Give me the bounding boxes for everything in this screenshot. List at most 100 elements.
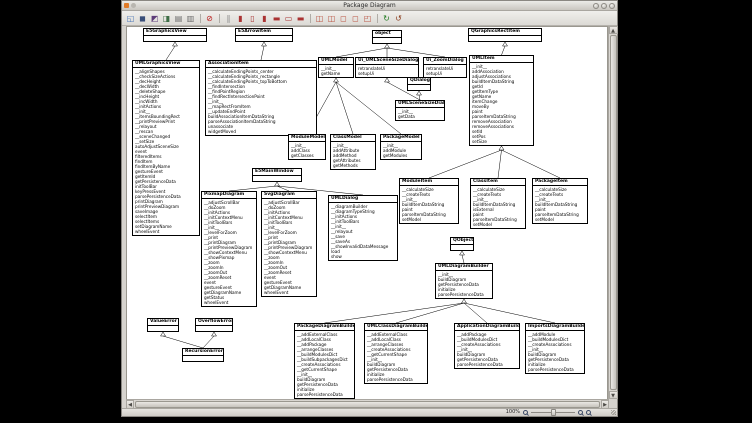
class-box-ApplicationDiagramBuilder[interactable]: ApplicationDiagramBuilder__addPackage__b… <box>454 323 520 369</box>
inheritance-arrow <box>161 332 166 336</box>
space-horizontally-icon[interactable]: ◫ <box>314 13 325 24</box>
class-box-OverflowError[interactable]: OverflowError <box>195 318 233 332</box>
class-box-QObject[interactable]: QObject <box>450 237 474 251</box>
align-vcenter-icon[interactable]: ▭ <box>283 13 294 24</box>
same-size-icon[interactable]: ◰ <box>362 13 373 24</box>
app-window: Package Diagram ◱◼◩◨▤▥⊘∥▮▯▮▬▭▬◫◫◻◻◰↻↺ E5… <box>121 0 618 417</box>
inheritance-arrow <box>334 78 339 82</box>
inheritance-edge <box>464 303 555 323</box>
diagram-canvas[interactable]: E5GraphicsView E5ArrowItem object QGraphics… <box>127 27 610 408</box>
class-box-PackageDiagramBuilder[interactable]: PackageDiagramBuilder__addExternalClass_… <box>294 323 355 399</box>
class-name: ImportsDiagramBuilder <box>526 324 584 331</box>
same-width-icon[interactable]: ◻ <box>338 13 349 24</box>
redo-icon[interactable]: ↻ <box>381 13 392 24</box>
class-members <box>183 356 223 361</box>
inheritance-edge <box>502 46 506 55</box>
class-name: UMLGraphicsView <box>133 61 199 68</box>
undo-icon[interactable]: ↺ <box>393 13 404 24</box>
zoom-out-icon[interactable] <box>523 410 528 415</box>
zoom-slider-handle[interactable] <box>551 409 556 416</box>
inheritance-edge <box>336 48 387 57</box>
class-box-UMLDiagramBuilder[interactable]: UMLDiagramBuilder__init__buildDiagramget… <box>435 263 493 299</box>
class-box-AssociationItem[interactable]: AssociationItem__calculateEndingPoints_c… <box>205 60 317 136</box>
title-bar[interactable]: Package Diagram <box>122 1 617 11</box>
class-box-PackageModel[interactable]: PackageModel__init__addModulegetModules <box>380 134 422 160</box>
diagram-canvas-wrap: E5GraphicsView E5ArrowItem object QGraphics… <box>126 26 608 399</box>
align-left-icon[interactable]: ▮ <box>235 13 246 24</box>
class-members: __init__getData <box>396 108 444 120</box>
class-members: __init__addClassgetClasses <box>289 142 325 159</box>
class-box-ModuleModel[interactable]: ModuleModel__init__addClassgetClasses <box>288 134 326 160</box>
inheritance-arrow <box>499 146 504 150</box>
class-box-E5GraphicsView[interactable]: E5GraphicsView <box>143 28 207 42</box>
inheritance-edge <box>166 46 175 60</box>
save-diagram-icon[interactable]: ◼ <box>137 13 148 24</box>
open-diagram-icon[interactable]: ◱ <box>125 13 136 24</box>
class-members: __calculateSize__createTexts__init__buil… <box>471 186 525 228</box>
zoom-reset-icon[interactable] <box>586 410 591 415</box>
class-members: __adjustScrollBar__doZoom__initActions__… <box>202 199 256 306</box>
class-box-QGraphicsRectItem[interactable]: QGraphicsRectItem <box>468 28 542 42</box>
same-height-icon[interactable]: ◻ <box>350 13 361 24</box>
resize-grip[interactable] <box>611 410 616 415</box>
class-name: UMLDiagramBuilder <box>436 264 492 271</box>
class-name: QGraphicsRectItem <box>469 29 541 36</box>
inheritance-arrow <box>275 182 280 186</box>
class-box-Ui_ZoomDialog[interactable]: Ui_ZoomDialogretranslateUisetupUi <box>423 57 467 78</box>
zoom-slider[interactable] <box>531 409 575 416</box>
class-members: __adjustScrollBar__doZoom__initActions__… <box>262 199 316 296</box>
class-box-object[interactable]: object <box>372 30 402 44</box>
vertical-scrollbar-thumb[interactable] <box>610 35 617 390</box>
class-box-UMLModel[interactable]: UMLModel__init__getName <box>318 57 354 78</box>
class-box-ModuleItem[interactable]: ModuleItem__calculateSize__createTexts__… <box>399 178 459 224</box>
align-top-icon[interactable]: ▬ <box>271 13 282 24</box>
print-diagram-icon[interactable]: ▤ <box>173 13 184 24</box>
align-hcenter-icon[interactable]: ▯ <box>247 13 258 24</box>
class-box-UMLGraphicsView[interactable]: UMLGraphicsView__alignShapes__checkSizeA… <box>132 60 200 236</box>
inheritance-edge <box>387 48 445 57</box>
save-diagram-as-icon[interactable]: ◩ <box>149 13 160 24</box>
space-vertically-icon[interactable]: ◫ <box>326 13 337 24</box>
class-box-UMLSceneSizeDialog[interactable]: UMLSceneSizeDialog__init__getData <box>395 100 445 121</box>
class-name: UMLClassDiagramBuilder <box>365 324 427 331</box>
class-name: E5ArrowItem <box>236 29 292 36</box>
class-members <box>148 326 178 331</box>
class-name: ClassModel <box>331 135 375 142</box>
class-name: PackageModel <box>381 135 421 142</box>
inheritance-edge <box>498 150 502 178</box>
class-box-UMLItem[interactable]: UMLItem__init__addAssociationadjustAssoc… <box>469 55 534 146</box>
class-box-E5MainWindow[interactable]: E5MainWindow <box>252 168 302 182</box>
class-name: E5MainWindow <box>253 169 301 176</box>
toolbar-separator <box>200 14 201 23</box>
inheritance-arrow <box>173 42 178 46</box>
class-box-PixmapDiagram[interactable]: PixmapDiagram__adjustScrollBar__doZoom__… <box>201 191 257 307</box>
save-as-image-icon[interactable]: ◨ <box>161 13 172 24</box>
class-box-ClassModel[interactable]: ClassModel__init__addAttributeaddMethodg… <box>330 134 376 170</box>
class-box-ValueError[interactable]: ValueError <box>147 318 179 332</box>
class-members: __alignShapes__checkSizeActions__decHeig… <box>133 68 199 235</box>
class-members: __addModule__buildModulesDict__createAss… <box>526 331 584 373</box>
class-box-Ui_UMLSceneSizeDialog[interactable]: Ui_UMLSceneSizeDialogretranslateUisetupU… <box>355 57 419 78</box>
paperclip-icon[interactable]: ∥ <box>223 13 234 24</box>
class-box-UMLClassDiagramBuilder[interactable]: UMLClassDiagramBuilder__addExternalClass… <box>364 323 428 384</box>
class-name: ValueError <box>148 319 178 326</box>
class-box-ClassItem[interactable]: ClassItem__calculateSize__createTexts__i… <box>470 178 526 229</box>
class-box-E5ArrowItem[interactable]: E5ArrowItem <box>235 28 293 42</box>
class-box-QDialog[interactable]: QDialog <box>407 77 431 91</box>
class-box-ImportsDiagramBuilder[interactable]: ImportsDiagramBuilder__addModule__buildM… <box>525 323 585 374</box>
class-members: __init__getName <box>319 65 353 77</box>
zoom-in-icon[interactable] <box>578 410 583 415</box>
delete-shapes-icon[interactable]: ⊘ <box>204 13 215 24</box>
inheritance-edge <box>163 336 203 348</box>
class-box-SvgDiagram[interactable]: SvgDiagram__adjustScrollBar__doZoom__ini… <box>261 191 317 297</box>
align-bottom-icon[interactable]: ▬ <box>295 13 306 24</box>
print-preview-icon[interactable]: ▥ <box>185 13 196 24</box>
class-box-PackageItem[interactable]: PackageItem__calculateSize__createTexts_… <box>532 178 588 224</box>
align-right-icon[interactable]: ▮ <box>259 13 270 24</box>
class-box-UMLDialog[interactable]: UMLDialog__diagramBuilder__diagramTypeSt… <box>328 195 398 261</box>
inheritance-arrow <box>417 91 422 95</box>
class-box-RecursionError[interactable]: RecursionError <box>182 348 224 362</box>
class-members: __addExternalClass__addLocalClass__addPa… <box>295 331 354 398</box>
class-name: ModuleModel <box>289 135 325 142</box>
class-members <box>451 245 473 250</box>
